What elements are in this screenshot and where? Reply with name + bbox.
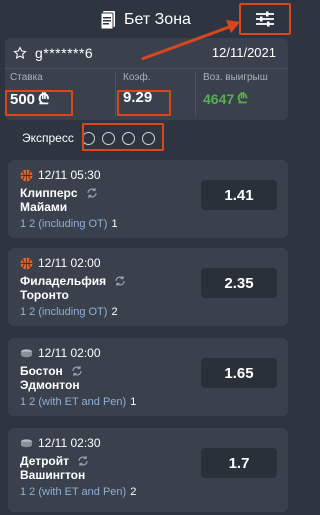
bet-market: 1 2 (with ET and Pen) 1 — [20, 396, 136, 408]
stake-label: Ставка — [10, 72, 43, 83]
bet-time: 12/11 02:00 — [38, 346, 101, 360]
market-name: 1 2 (including OT) — [20, 218, 108, 230]
bet-time-row: 12/11 02:00 — [20, 256, 101, 270]
team-away: Торонто — [20, 288, 69, 302]
bet-item[interactable]: 12/11 02:00 Бостон Эдмонтон 1 2 (with ET… — [8, 338, 288, 416]
market-selection: 2 — [111, 306, 118, 318]
odds-box[interactable]: 2.35 — [201, 268, 277, 298]
bet-time-row: 12/11 05:30 — [20, 168, 101, 182]
team-home: Детройт — [20, 454, 89, 468]
team-home-name: Бостон — [20, 364, 63, 378]
sliders-icon — [256, 11, 274, 27]
live-sync-icon — [78, 456, 88, 466]
team-away: Эдмонтон — [20, 378, 80, 392]
star-icon[interactable] — [13, 46, 27, 60]
live-sync-icon — [86, 188, 97, 198]
header-title: Бет Зона — [100, 8, 191, 32]
live-sync-icon — [115, 276, 125, 286]
team-away: Вашингтон — [20, 468, 86, 482]
hockey-puck-icon — [20, 438, 33, 447]
team-home-name: Филадельфия — [20, 274, 107, 288]
basketball-icon — [20, 257, 33, 269]
team-home: Клипперс — [20, 186, 98, 200]
win-value: 4647 ₾ — [203, 89, 268, 108]
win-block: Воз. выигрыш 4647 ₾ — [203, 72, 268, 108]
team-home: Бостон — [20, 364, 83, 378]
express-highlight — [82, 123, 164, 151]
coef-label: Коэф. — [123, 72, 151, 83]
user-id: g*******6 — [35, 45, 94, 61]
bet-time: 12/11 05:30 — [38, 168, 101, 182]
bet-item[interactable]: 12/11 02:30 Детройт Вашингтон 1 2 (with … — [8, 428, 288, 512]
team-home-name: Детройт — [20, 454, 70, 468]
divider — [5, 68, 288, 69]
stake-highlight — [5, 90, 73, 116]
live-sync-icon — [72, 366, 82, 376]
divider — [115, 72, 116, 116]
card-top-row: g*******6 12/11/2021 — [13, 42, 276, 64]
bet-item[interactable]: 12/11 05:30 Клипперс Майами 1 2 (includi… — [8, 160, 288, 238]
express-label: Экспресс — [22, 131, 74, 145]
odds-box[interactable]: 1.7 — [201, 448, 277, 478]
currency-icon: ₾ — [237, 90, 248, 106]
odds-box[interactable]: 1.41 — [201, 180, 277, 210]
win-label: Воз. выигрыш — [203, 72, 268, 83]
bet-summary-card: g*******6 12/11/2021 Ставка 500 ₾ Коэф. … — [5, 38, 288, 120]
divider — [195, 72, 196, 116]
header: Бет Зона — [0, 0, 293, 40]
market-name: 1 2 (with ET and Pen) — [20, 396, 127, 408]
team-home: Филадельфия — [20, 274, 126, 288]
bet-slip-screen: Бет Зона g*******6 12/11/2021 Ставка 500… — [0, 0, 293, 515]
settings-button[interactable] — [239, 3, 291, 35]
win-amount: 4647 — [203, 90, 235, 107]
bet-item[interactable]: 12/11 02:00 Филадельфия Торонто 1 2 (inc… — [8, 248, 288, 326]
card-date: 12/11/2021 — [211, 45, 276, 60]
bet-market: 1 2 (including OT) 1 — [20, 218, 118, 230]
bet-market: 1 2 (with ET and Pen) 2 — [20, 486, 136, 498]
market-name: 1 2 (with ET and Pen) — [20, 486, 127, 498]
bet-time: 12/11 02:00 — [38, 256, 101, 270]
market-selection: 2 — [130, 486, 137, 498]
odds-box[interactable]: 1.65 — [201, 358, 277, 388]
hockey-puck-icon — [20, 348, 33, 357]
team-home-name: Клипперс — [20, 186, 78, 200]
basketball-icon — [20, 169, 33, 181]
market-name: 1 2 (including OT) — [20, 306, 108, 318]
market-selection: 1 — [111, 218, 118, 230]
bet-time: 12/11 02:30 — [38, 436, 101, 450]
document-icon — [100, 11, 115, 30]
market-selection: 1 — [130, 396, 137, 408]
team-away: Майами — [20, 200, 68, 214]
app-title: Бет Зона — [124, 11, 191, 28]
coef-highlight — [117, 90, 171, 116]
bet-time-row: 12/11 02:30 — [20, 436, 101, 450]
bet-time-row: 12/11 02:00 — [20, 346, 101, 360]
bet-market: 1 2 (including OT) 2 — [20, 306, 118, 318]
